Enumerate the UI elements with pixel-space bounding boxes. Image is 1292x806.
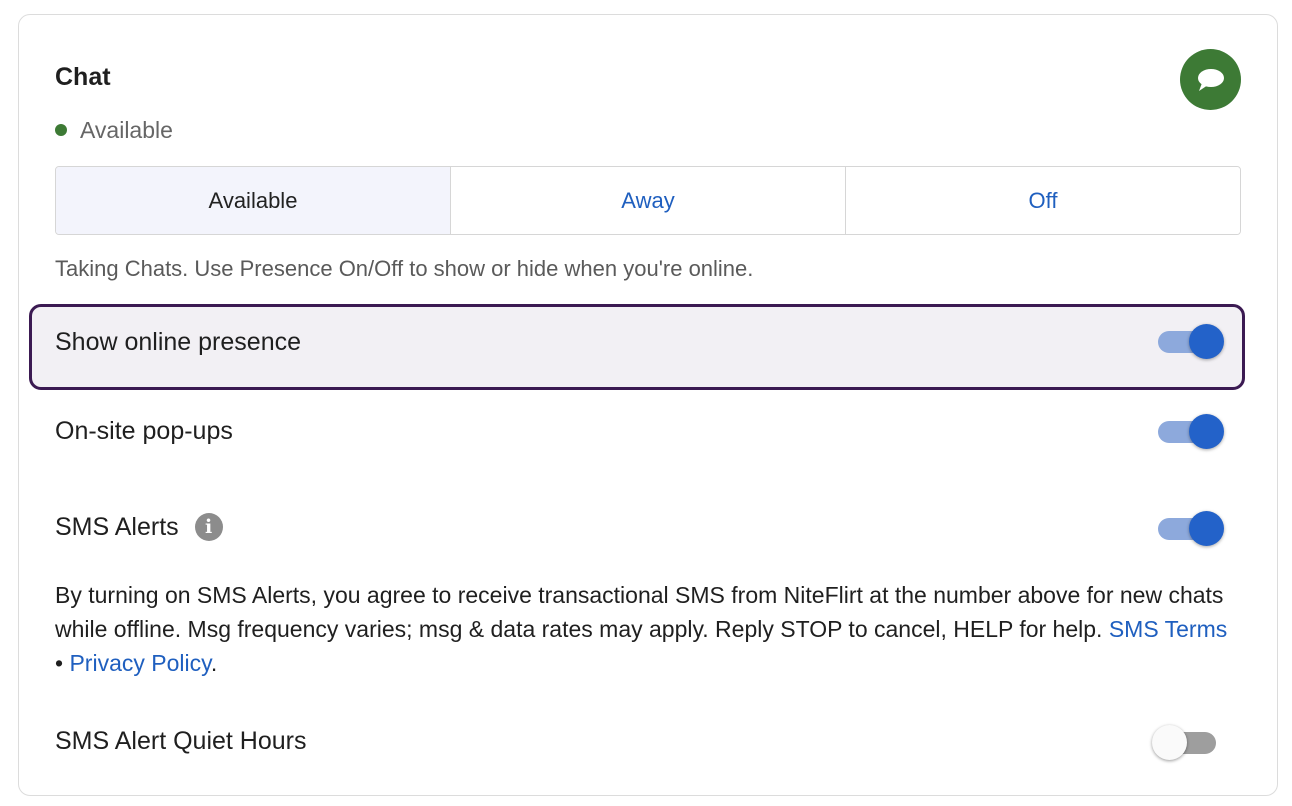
toggle-knob <box>1189 324 1224 359</box>
disclaimer-period: . <box>210 650 218 676</box>
sms-quiet-hours-toggle[interactable] <box>1152 724 1220 760</box>
sms-alerts-row: SMS Alerts i <box>55 510 223 544</box>
show-online-presence-label: Show online presence <box>55 327 301 356</box>
info-icon[interactable]: i <box>194 513 223 541</box>
show-online-presence-toggle[interactable] <box>1156 323 1224 359</box>
sms-quiet-hours-label: SMS Alert Quiet Hours <box>55 726 307 755</box>
disclaimer-text: By turning on SMS Alerts, you agree to r… <box>55 582 1224 642</box>
toggle-knob <box>1189 511 1224 546</box>
sms-alerts-label: SMS Alerts <box>55 512 179 541</box>
availability-segmented-control: Available Away Off <box>55 166 1241 235</box>
toggle-knob <box>1189 414 1224 449</box>
status-indicator: Available <box>55 116 173 144</box>
availability-helper-text: Taking Chats. Use Presence On/Off to sho… <box>55 256 754 281</box>
toggle-knob <box>1152 725 1187 760</box>
chat-bubble-icon <box>1180 49 1241 110</box>
sms-disclaimer: By turning on SMS Alerts, you agree to r… <box>55 578 1230 680</box>
card-title: Chat <box>55 63 111 91</box>
segment-off[interactable]: Off <box>845 167 1240 234</box>
privacy-policy-link[interactable]: Privacy Policy <box>69 650 210 676</box>
status-dot <box>55 124 67 136</box>
sms-alerts-toggle[interactable] <box>1156 510 1224 546</box>
onsite-popups-label: On-site pop-ups <box>55 416 233 445</box>
link-separator: • <box>55 650 64 676</box>
segment-available[interactable]: Available <box>56 167 450 234</box>
sms-terms-link[interactable]: SMS Terms <box>1109 616 1227 642</box>
status-label: Available <box>80 116 173 143</box>
onsite-popups-toggle[interactable] <box>1156 413 1224 449</box>
segment-away[interactable]: Away <box>450 167 845 234</box>
